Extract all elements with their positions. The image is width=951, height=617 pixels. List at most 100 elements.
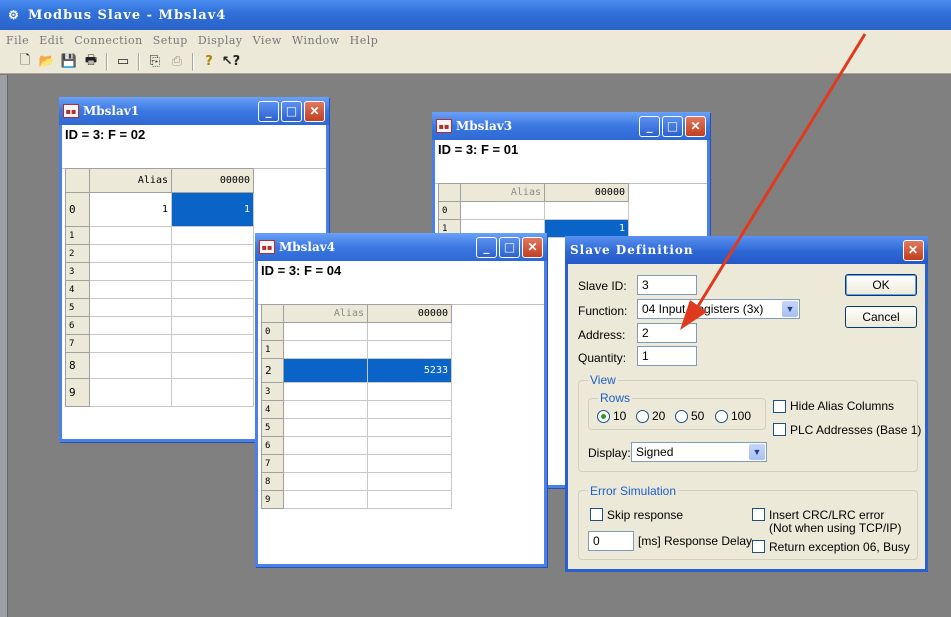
value-cell[interactable] — [171, 226, 254, 245]
rows-100-radio[interactable] — [715, 410, 728, 423]
menu-setup[interactable]: Setup — [153, 34, 188, 47]
chevron-down-icon[interactable]: ▼ — [782, 301, 798, 317]
cancel-button[interactable]: Cancel — [845, 306, 917, 328]
maximize-button[interactable]: □ — [499, 236, 520, 258]
slave-id-field[interactable]: 3 — [637, 275, 697, 295]
alias-cell[interactable] — [89, 262, 172, 281]
row-header[interactable]: 4 — [65, 280, 90, 299]
row-header[interactable]: 0 — [261, 322, 284, 341]
rows-20-radio[interactable] — [636, 410, 649, 423]
function-select[interactable]: 04 Input Registers (3x) ▼ — [637, 299, 800, 319]
hide-alias-checkbox[interactable] — [773, 400, 786, 413]
address-header[interactable]: 00000 — [171, 168, 254, 193]
row-header[interactable]: 0 — [438, 201, 461, 220]
row-header[interactable]: 1 — [261, 340, 284, 359]
minimize-button[interactable]: _ — [639, 115, 660, 137]
chevron-down-icon[interactable]: ▼ — [749, 444, 765, 460]
address-field[interactable]: 2 — [637, 323, 697, 343]
menu-edit[interactable]: Edit — [39, 34, 64, 47]
value-cell[interactable] — [171, 262, 254, 281]
response-delay-field[interactable]: 0 — [588, 531, 634, 551]
open-icon[interactable]: 📂 — [36, 52, 58, 72]
connect-icon[interactable]: ⎘ — [144, 52, 166, 72]
row-header[interactable]: 3 — [65, 262, 90, 281]
row-header[interactable]: 8 — [65, 352, 90, 379]
menu-view[interactable]: View — [253, 34, 282, 47]
row-header[interactable]: 4 — [261, 400, 284, 419]
value-cell[interactable] — [367, 382, 452, 401]
value-cell[interactable] — [171, 298, 254, 317]
value-cell[interactable]: 5233 — [367, 358, 452, 383]
alias-header[interactable]: Alias — [89, 168, 172, 193]
return-exception-checkbox[interactable] — [752, 540, 765, 553]
row-header[interactable]: 5 — [261, 418, 284, 437]
alias-cell[interactable] — [89, 334, 172, 353]
insert-crc-checkbox[interactable] — [752, 508, 765, 521]
new-icon[interactable]: 🗋 — [14, 52, 36, 72]
save-icon[interactable]: 💾 — [58, 52, 80, 72]
display-select[interactable]: Signed ▼ — [631, 442, 767, 462]
rows-10-radio[interactable] — [597, 410, 610, 423]
help-icon[interactable]: ? — [198, 52, 220, 72]
menu-display[interactable]: Display — [198, 34, 243, 47]
value-cell[interactable] — [171, 280, 254, 299]
value-cell[interactable] — [367, 436, 452, 455]
alias-cell[interactable] — [89, 226, 172, 245]
address-header[interactable]: 00000 — [544, 183, 629, 202]
plc-addresses-checkbox[interactable] — [773, 423, 786, 436]
alias-cell[interactable] — [283, 322, 368, 341]
dialog-close-button[interactable]: ✕ — [903, 239, 924, 261]
print-icon[interactable]: 🖶 — [80, 52, 102, 72]
close-button[interactable]: ✕ — [304, 100, 325, 122]
context-help-icon[interactable]: ↖? — [220, 52, 242, 72]
value-cell[interactable] — [171, 244, 254, 263]
value-cell[interactable] — [544, 201, 629, 220]
alias-cell[interactable] — [89, 316, 172, 335]
value-cell[interactable] — [367, 322, 452, 341]
ok-button[interactable]: OK — [845, 274, 917, 296]
mbslav4-grid[interactable]: Alias 00000 0 1 2 5233 3 4 5 6 7 8 9 — [261, 304, 452, 509]
menu-file[interactable]: File — [6, 34, 29, 47]
quantity-field[interactable]: 1 — [637, 346, 697, 366]
close-button[interactable]: ✕ — [522, 236, 543, 258]
value-cell[interactable] — [171, 334, 254, 353]
value-cell[interactable] — [367, 418, 452, 437]
row-header[interactable]: 7 — [261, 454, 284, 473]
value-cell[interactable] — [171, 316, 254, 335]
row-header[interactable]: 6 — [261, 436, 284, 455]
value-cell[interactable]: 1 — [171, 192, 254, 227]
alias-cell[interactable] — [283, 400, 368, 419]
row-header[interactable]: 9 — [65, 378, 90, 407]
alias-cell[interactable] — [283, 418, 368, 437]
value-cell[interactable] — [367, 472, 452, 491]
alias-cell[interactable] — [460, 201, 545, 220]
row-header[interactable]: 3 — [261, 382, 284, 401]
maximize-button[interactable]: □ — [662, 115, 683, 137]
alias-cell[interactable] — [283, 340, 368, 359]
value-cell[interactable] — [367, 400, 452, 419]
mbslav3-titlebar[interactable]: ▪▪ Mbslav3 _ □ ✕ — [432, 112, 710, 140]
menu-window[interactable]: Window — [292, 34, 340, 47]
window-icon[interactable]: ▭ — [112, 52, 134, 72]
alias-header[interactable]: Alias — [460, 183, 545, 202]
maximize-button[interactable]: □ — [281, 100, 302, 122]
alias-cell[interactable] — [89, 378, 172, 407]
value-cell[interactable] — [367, 454, 452, 473]
row-header[interactable]: 5 — [65, 298, 90, 317]
rows-50-radio[interactable] — [675, 410, 688, 423]
row-header[interactable]: 2 — [65, 244, 90, 263]
value-cell[interactable] — [367, 340, 452, 359]
alias-cell[interactable] — [283, 490, 368, 509]
alias-cell[interactable] — [89, 352, 172, 379]
value-cell[interactable] — [171, 378, 254, 407]
minimize-button[interactable]: _ — [476, 236, 497, 258]
skip-response-checkbox[interactable] — [590, 508, 603, 521]
menu-connection[interactable]: Connection — [74, 34, 143, 47]
mbslav1-grid[interactable]: Alias 00000 011 1 2 3 4 5 6 7 8 9 — [65, 168, 254, 407]
alias-cell[interactable] — [89, 280, 172, 299]
address-header[interactable]: 00000 — [367, 304, 452, 323]
mbslav4-titlebar[interactable]: ▪▪ Mbslav4 _ □ ✕ — [255, 233, 547, 261]
row-header[interactable]: 2 — [261, 358, 284, 383]
disconnect-icon[interactable]: ⎙ — [166, 52, 188, 72]
value-cell[interactable]: 1 — [544, 219, 629, 238]
